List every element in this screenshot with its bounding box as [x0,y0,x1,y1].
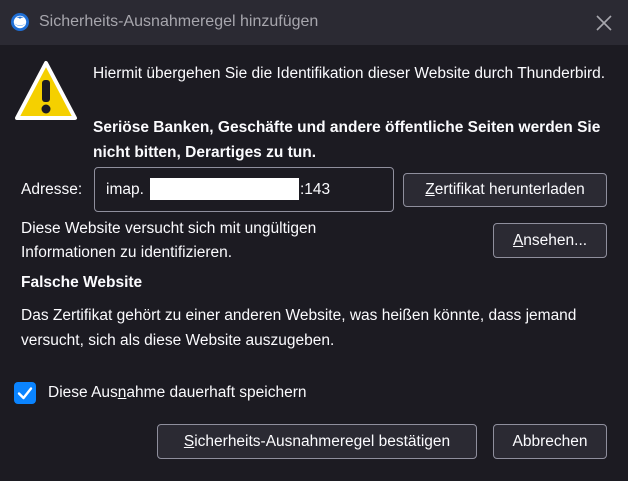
download-accesskey: Z [425,181,435,198]
status-description: Das Zertifikat gehört zu einer anderen W… [21,307,577,349]
address-field[interactable]: imap. :143 [94,167,394,212]
warning-triangle-icon [15,61,77,120]
address-suffix: :143 [300,181,331,198]
warning-message: Hiermit übergehen Sie die Identifikation… [93,65,606,82]
close-icon[interactable] [594,13,614,33]
address-label: Adresse: [21,181,83,198]
view-accesskey: A [512,232,524,249]
window-title: Sicherheits-Ausnahmeregel hinzufügen [39,13,319,30]
download-certificate-button[interactable]: Zertifikat herunterladen [403,173,607,207]
status-info-text: Diese Website versucht sich mit ungültig… [21,220,317,261]
title-bar: Sicherheits-Ausnahmeregel hinzufügen [0,0,628,45]
warning-bold-message: Seriöse Banken, Geschäfte und andere öff… [93,119,601,161]
cancel-button[interactable]: Abbrechen [493,424,607,459]
status-heading: Falsche Website [21,274,143,291]
permanent-exception-label[interactable]: Diese Ausnahme dauerhaft speichern [48,384,307,402]
address-prefix: imap. [106,181,144,198]
confirm-exception-button[interactable]: Sicherheits-Ausnahmeregel bestätigen [157,424,477,459]
view-certificate-button[interactable]: Ansehen... [493,223,607,258]
permanent-exception-checkbox[interactable] [14,382,36,404]
address-redacted-host [150,178,299,200]
thunderbird-logo-icon [11,13,29,31]
confirm-accesskey: S [183,433,195,450]
